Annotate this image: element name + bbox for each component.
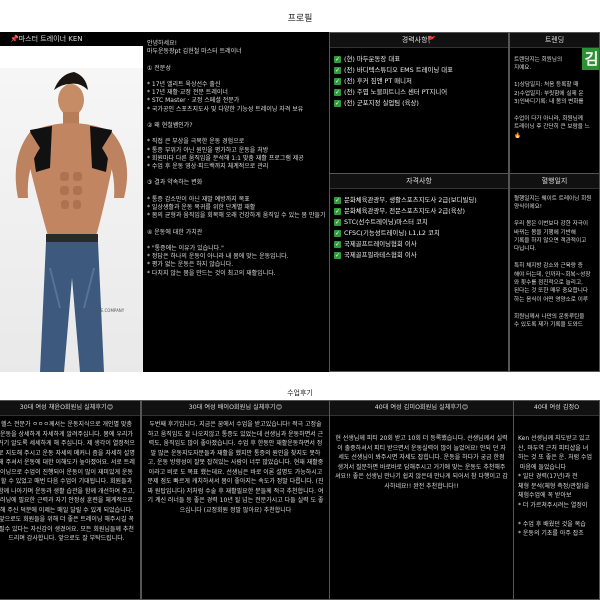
career-panel: 경력사항🚩 ✓ (현) 마두운동장 대표 ✓ (전) 바디텍스튜디오 EMS 트레이…: [329, 32, 509, 174]
intro-panel: 안녕하세요! 마두운동장pt 김현철 마스터 트레이너 ① 전문성 * 17년 …: [143, 32, 330, 372]
cert-item: ✓ CFSC(기능성트레이닝) L1,L2 코치: [334, 229, 440, 237]
career-item: ✓ (전) 군포지정 실업팀 (육상): [334, 99, 419, 107]
check-icon: ✓: [334, 99, 341, 107]
weight-log-text: 혈행일지는 웨이트 트레이닝 회원 양식이에요! 우리 몸은 이번보다 강한 자…: [514, 196, 592, 329]
cert-item: ✓ 문화체육관광부, 생활스포츠지도사 2급(보디빌딩): [334, 196, 477, 204]
check-icon: ✓: [334, 88, 341, 96]
career-title: 경력사항🚩: [330, 33, 508, 48]
page-title: 프로필: [287, 14, 313, 24]
review-title: 30대 여성 배이O회원님 실체후기😊: [142, 401, 329, 416]
check-icon: ✓: [334, 229, 341, 237]
trainer-figure-image: [15, 72, 128, 372]
check-icon: ✓: [334, 66, 341, 74]
weight-log-panel: 혈행일지 혈행일지는 웨이트 트레이닝 회원 양식이에요! 우리 몸은 이번보다…: [509, 173, 600, 372]
trainer-photo: LAVIE.COMPANY: [0, 68, 143, 372]
certs-title: 자격사항: [330, 174, 508, 189]
cert-item: ✓ STC(선수트레이닝)마스터 코치: [334, 218, 428, 226]
review-text: 두번째 후기입니다. 지금은 꿈에서 수업을 받고있습니다! 적극 고정술하고 …: [147, 421, 324, 514]
check-icon: ✓: [334, 240, 341, 248]
certs-panel: 자격사항 ✓ 문화체육관광부, 생활스포츠지도사 2급(보디빌딩) ✓ 문화체육관광…: [329, 173, 509, 372]
trainer-card-label: 📌마스터 트레이너 KEN: [0, 32, 143, 46]
intro-text: 안녕하세요! 마두운동장pt 김현철 마스터 트레이너 ① 전문성 * 17년 …: [147, 40, 326, 277]
photo-watermark: LAVIE.COMPANY: [92, 308, 125, 313]
check-icon: ✓: [334, 218, 341, 226]
career-item: ✓ (전) 후커 짐앤 PT 매니저: [334, 77, 412, 85]
cert-item: ✓ 국제골프트레이닝협회 이사: [334, 240, 417, 248]
review-title: 30대 여성 채윤O회원님 실체후기😊: [0, 401, 140, 416]
review-title: 40대 여성 김정O: [514, 401, 599, 416]
career-item: ✓ (현) 마두운동장 대표: [334, 55, 401, 63]
name-badge: 김: [582, 48, 599, 70]
cert-item: ✓ 국제골프필라테스협회 이사: [334, 251, 417, 259]
career-item: ✓ (전) 바디텍스튜디오 EMS 트레이닝 대표: [334, 66, 454, 74]
review-card: 40대 여성 김정O Ken 선생님께 지도받고 있고 산, 마두역 근처 피티…: [513, 400, 600, 600]
review-text: 현 선생님께 피티 20회 받고 10회 더 등록했습니다. 선생님께서 실력이…: [335, 435, 508, 490]
review-card: 40대 여성 김미O회원님 실체후기😊 현 선생님께 피티 20회 받고 10회…: [329, 400, 514, 600]
weight-log-title: 혈행일지: [510, 174, 599, 189]
check-icon: ✓: [334, 196, 341, 204]
cert-item: ✓ 문화체육관광부, 전문스포츠지도사 2급(육상): [334, 207, 465, 215]
career-item: ✓ (전) 주엽 노블피트니스 센터 PT지니어: [334, 88, 448, 96]
review-card: 30대 여성 배이O회원님 실체후기😊 두번째 후기입니다. 지금은 꿈에서 수…: [141, 400, 330, 600]
check-icon: ✓: [334, 77, 341, 85]
review-text: 헬스 전문가 ㅇㅇㅇ께서는 운동지식으로 개인별 맞춤 운동을 상세하게 자세하…: [0, 421, 135, 542]
reviews-title: 수업후기: [287, 389, 313, 397]
review-title: 40대 여성 김미O회원님 실체후기😊: [330, 401, 513, 416]
trainer-card: 📌마스터 트레이너 KEN LAVIE.COMPANY: [0, 32, 143, 372]
review-text: Ken 선생님께 지도받고 있고 산, 마두역 근처 피티샵을 녀 하는 것 또…: [518, 435, 593, 537]
training-log-panel: 트렌딩 김 트렌딩지는 회원님의 지예요. 1)상담일지: 처음 등록할 때 2…: [509, 32, 600, 174]
check-icon: ✓: [334, 55, 341, 63]
review-card: 30대 여성 채윤O회원님 실체후기😊 헬스 전문가 ㅇㅇㅇ께서는 운동지식으로…: [0, 400, 141, 600]
training-log-title: 트렌딩: [510, 33, 599, 48]
check-icon: ✓: [334, 251, 341, 259]
check-icon: ✓: [334, 207, 341, 215]
